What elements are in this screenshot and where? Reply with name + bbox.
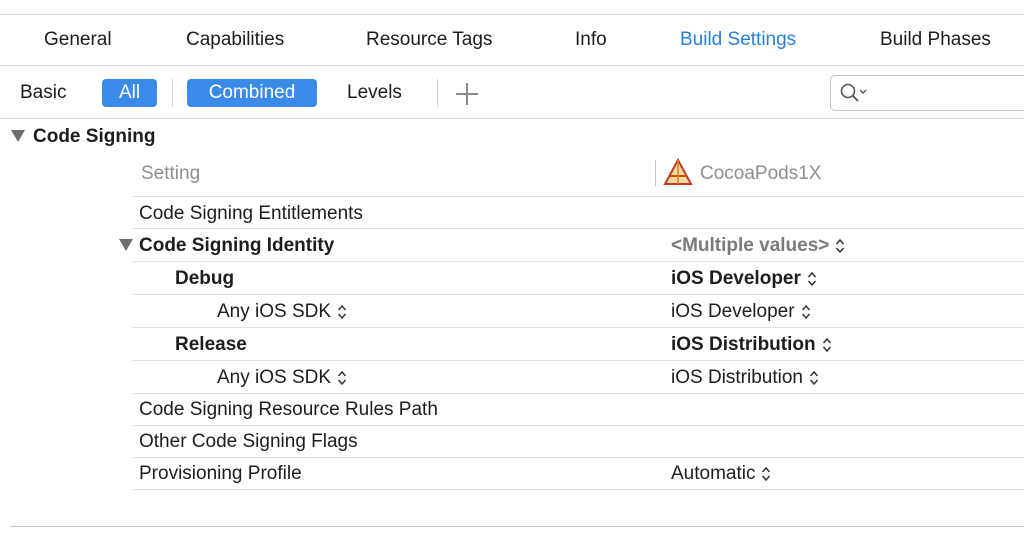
setting-row[interactable]: Code Signing Resource Rules Path xyxy=(132,393,1024,426)
setting-row[interactable]: Any iOS SDK iOS Developer xyxy=(132,295,1024,328)
stepper-chevron-icon[interactable] xyxy=(807,271,817,287)
magnifier-icon[interactable] xyxy=(839,81,873,105)
filter-bar: Basic All Combined Levels xyxy=(0,67,1024,119)
setting-name: Provisioning Profile xyxy=(139,463,302,484)
column-divider xyxy=(655,160,656,186)
setting-name: Code Signing Identity xyxy=(139,235,335,256)
section-title: Code Signing xyxy=(33,126,156,147)
setting-name: Debug xyxy=(175,268,235,289)
setting-row[interactable]: Code Signing Entitlements xyxy=(132,196,1024,229)
editor-tab-bar: General Capabilities Resource Tags Info … xyxy=(0,14,1024,66)
setting-value[interactable]: iOS Distribution xyxy=(671,334,832,356)
setting-value[interactable]: iOS Developer xyxy=(671,268,817,290)
setting-row[interactable]: Release iOS Distribution xyxy=(132,328,1024,361)
disclosure-triangle-icon[interactable] xyxy=(11,130,25,142)
setting-name: Code Signing Resource Rules Path xyxy=(139,399,438,420)
plus-icon[interactable] xyxy=(456,83,478,105)
setting-value[interactable]: iOS Distribution xyxy=(671,367,819,389)
levels-view-button[interactable]: Levels xyxy=(347,79,402,107)
tab-build-settings[interactable]: Build Settings xyxy=(680,29,796,51)
basic-filter-button[interactable]: Basic xyxy=(20,79,66,107)
setting-name[interactable]: Any iOS SDK xyxy=(217,367,347,389)
tab-capabilities[interactable]: Capabilities xyxy=(186,29,284,51)
setting-row[interactable]: Any iOS SDK iOS Distribution xyxy=(132,361,1024,394)
stepper-chevron-icon[interactable] xyxy=(337,304,347,320)
setting-name: Other Code Signing Flags xyxy=(139,431,358,452)
setting-name[interactable]: Any iOS SDK xyxy=(217,301,347,323)
tab-build-phases[interactable]: Build Phases xyxy=(880,29,991,51)
search-field[interactable] xyxy=(830,75,1024,111)
setting-name: Code Signing Entitlements xyxy=(139,203,363,224)
setting-row[interactable]: Other Code Signing Flags xyxy=(132,425,1024,458)
stepper-chevron-icon[interactable] xyxy=(809,370,819,386)
stepper-chevron-icon[interactable] xyxy=(801,304,811,320)
setting-row[interactable]: Code Signing Identity <Multiple values> xyxy=(119,229,1024,262)
setting-name: Release xyxy=(175,334,247,355)
filter-divider xyxy=(172,79,173,107)
disclosure-triangle-icon[interactable] xyxy=(119,239,133,251)
stepper-chevron-icon[interactable] xyxy=(761,466,771,482)
stepper-chevron-icon[interactable] xyxy=(822,337,832,353)
setting-row[interactable]: Provisioning Profile Automatic xyxy=(132,457,1024,490)
setting-value[interactable]: <Multiple values> xyxy=(671,235,845,257)
setting-row[interactable]: Debug iOS Developer xyxy=(132,262,1024,295)
stepper-chevron-icon[interactable] xyxy=(835,238,845,254)
all-filter-button[interactable]: All xyxy=(102,79,157,107)
tab-resource-tags[interactable]: Resource Tags xyxy=(366,29,492,51)
stepper-chevron-icon[interactable] xyxy=(337,370,347,386)
setting-value[interactable]: iOS Developer xyxy=(671,301,811,323)
app-target-icon xyxy=(663,158,693,185)
tab-info[interactable]: Info xyxy=(575,29,607,51)
setting-value[interactable]: Automatic xyxy=(671,463,771,485)
bottom-divider xyxy=(10,526,1024,527)
setting-column-header: Setting xyxy=(141,163,201,184)
combined-view-button[interactable]: Combined xyxy=(187,79,317,107)
filter-divider xyxy=(437,79,438,107)
target-column-header: CocoaPods1X xyxy=(700,163,822,184)
tab-general[interactable]: General xyxy=(44,29,112,51)
